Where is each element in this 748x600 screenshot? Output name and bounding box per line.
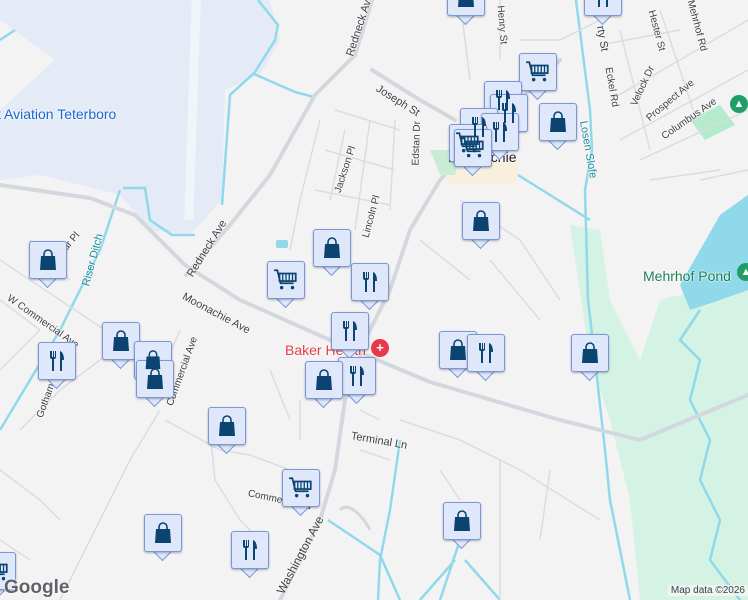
shopping-bag-icon [151,521,175,545]
shopping-bag-marker[interactable] [208,407,246,455]
restaurant-marker[interactable] [351,263,389,311]
restaurant-icon [488,120,512,144]
shopping-bag-icon [36,248,60,272]
shopping-bag-icon [215,414,239,438]
restaurant-icon [238,538,262,562]
shopping-bag-icon [109,329,133,353]
airport-label: t Aviation Teterboro [0,106,117,122]
shopping-bag-marker[interactable] [571,334,609,382]
map-attribution[interactable]: Map data ©2026 [667,585,748,596]
shopping-bag-icon [320,236,344,260]
restaurant-marker[interactable] [38,342,76,390]
shopping-bag-icon [446,338,470,362]
shopping-bag-icon [143,367,167,391]
shopping-bag-marker[interactable] [447,0,485,26]
restaurant-icon [358,270,382,294]
restaurant-marker[interactable] [331,312,369,360]
shopping-bag-icon [546,110,570,134]
shopping-bag-icon [454,0,478,9]
restaurant-icon [591,0,615,9]
restaurant-icon [45,349,69,373]
restaurant-marker[interactable] [467,334,505,382]
shopping-cart-icon [460,135,486,161]
restaurant-icon [474,341,498,365]
shopping-cart-marker[interactable] [282,469,320,517]
shopping-bag-icon [469,209,493,233]
pond-park-icon[interactable]: ▲ [737,263,748,281]
shopping-bag-marker[interactable] [305,361,343,409]
google-logo[interactable]: Google [4,577,69,599]
shopping-bag-icon [450,509,474,533]
street-label-edstan: Edstan Dr [410,120,424,166]
shopping-bag-icon [312,368,336,392]
restaurant-marker[interactable] [231,531,269,579]
shopping-bag-marker[interactable] [313,229,351,277]
restaurant-icon [338,319,362,343]
shopping-cart-marker[interactable] [267,261,305,309]
shopping-cart-icon [288,475,314,501]
pond-label[interactable]: Mehrhof Pond [643,268,731,284]
hospital-icon[interactable]: + [371,339,389,357]
restaurant-marker[interactable] [338,357,376,405]
shopping-bag-marker[interactable] [462,202,500,250]
park-tree-icon[interactable]: ▲ [730,95,748,113]
shopping-cart-icon [273,267,299,293]
shopping-bag-icon [578,341,602,365]
shopping-bag-marker[interactable] [539,103,577,151]
shopping-cart-icon [0,558,10,584]
shopping-cart-icon [525,59,551,85]
restaurant-icon [345,364,369,388]
shopping-bag-marker[interactable] [443,502,481,550]
shopping-bag-marker[interactable] [29,241,67,289]
restaurant-marker[interactable] [584,0,622,26]
shopping-bag-marker[interactable] [144,514,182,562]
